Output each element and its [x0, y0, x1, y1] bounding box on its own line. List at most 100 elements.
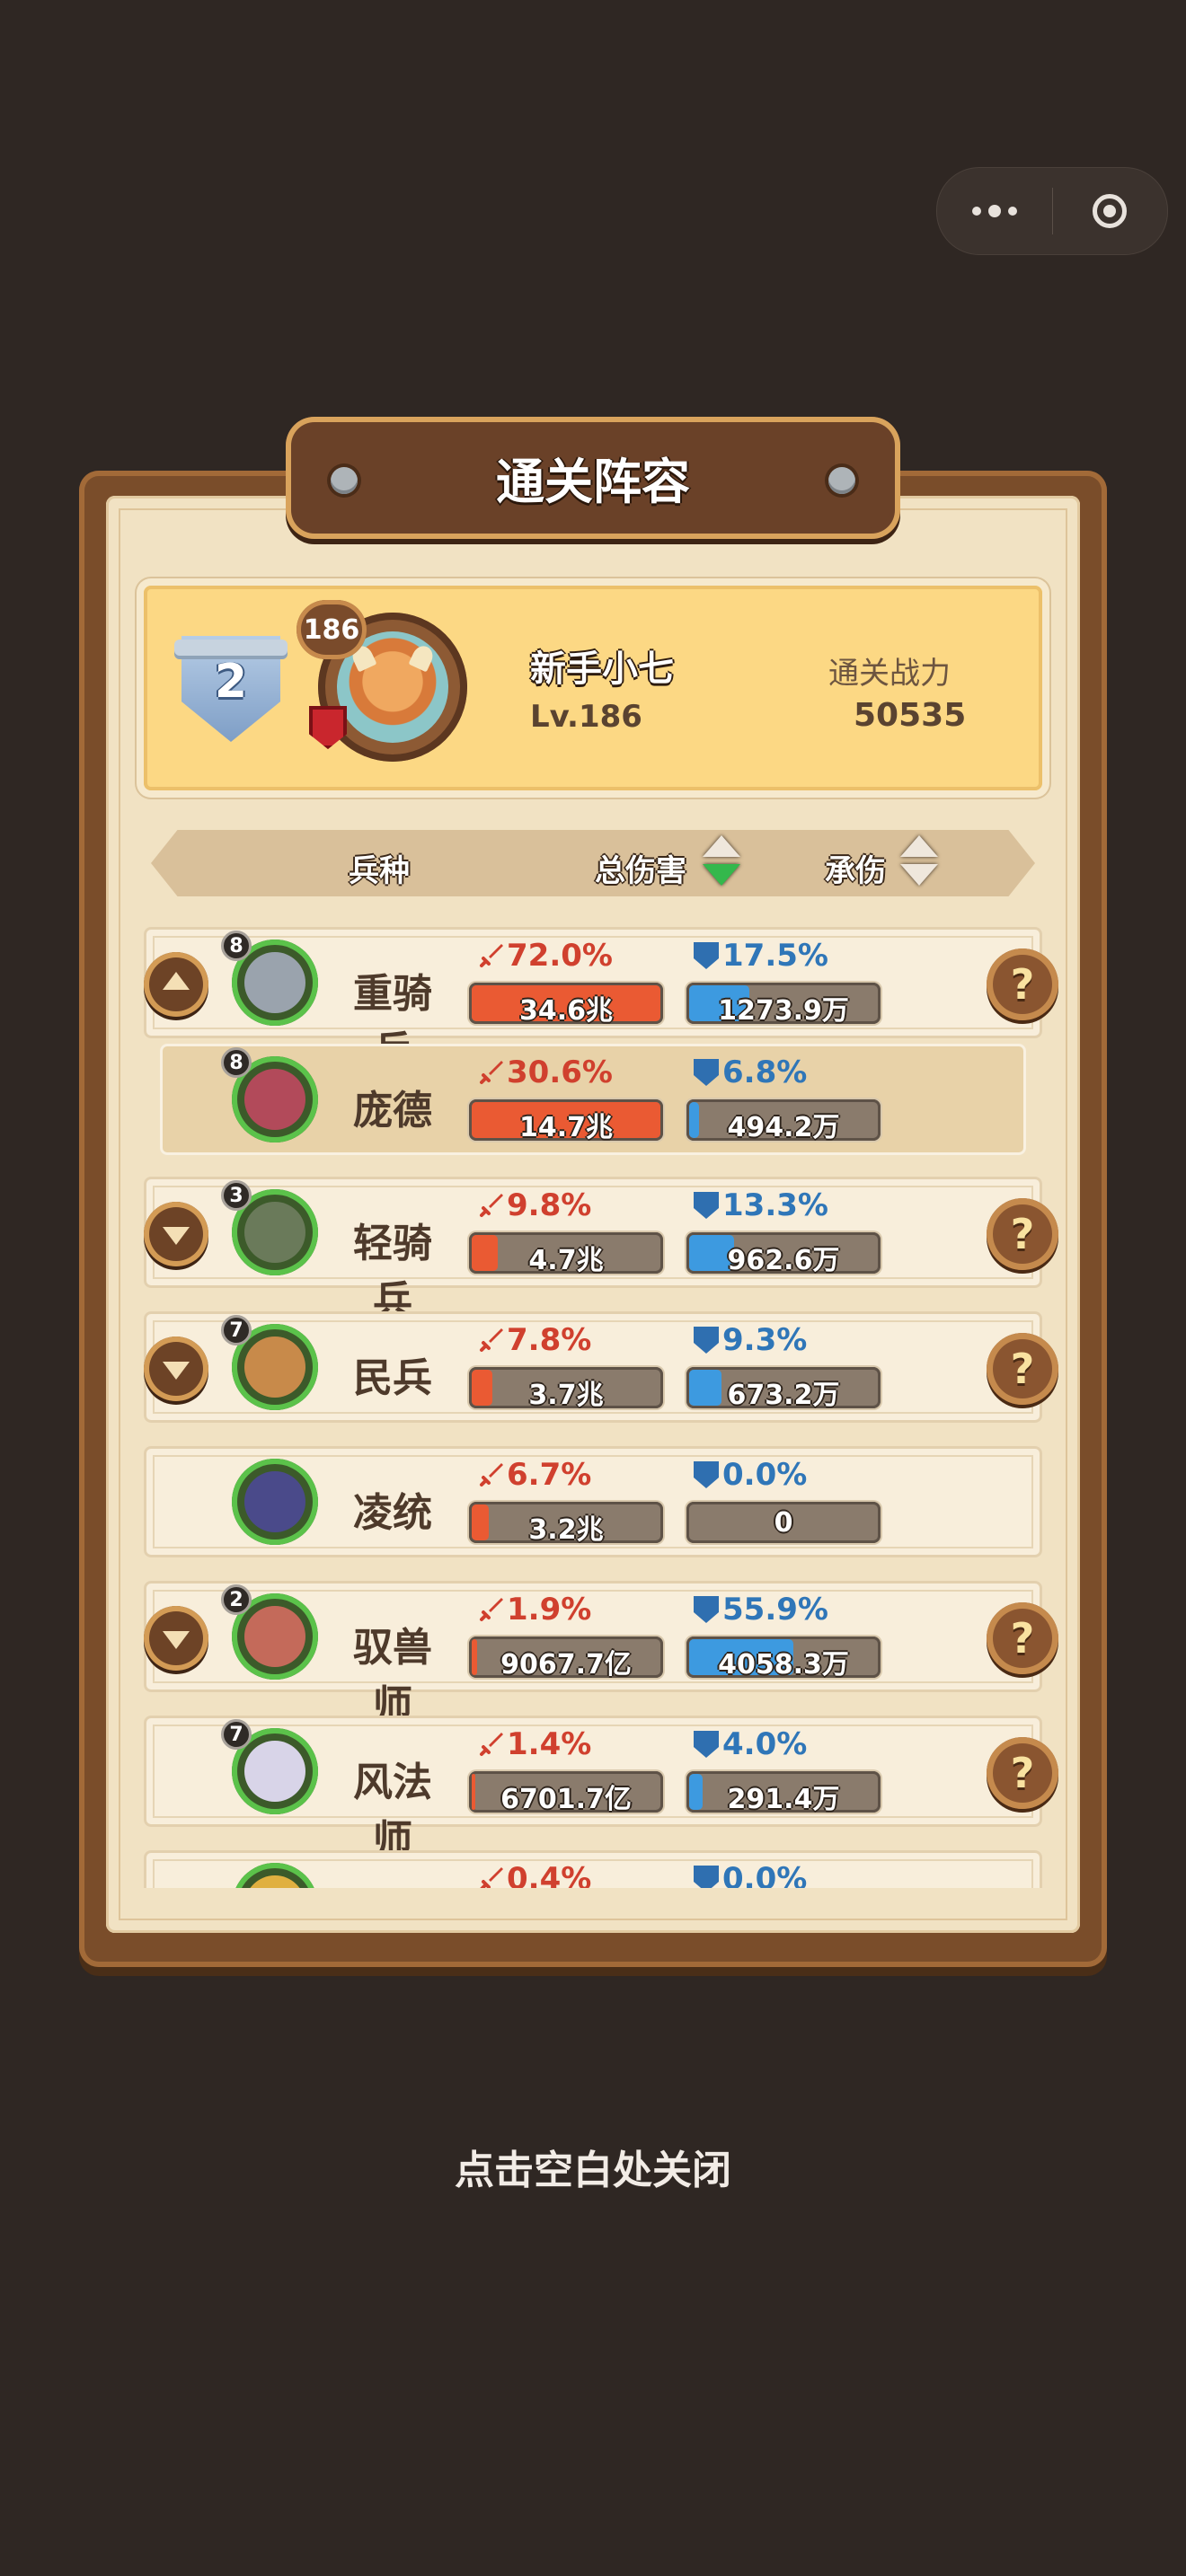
player-level: Lv.186 [530, 699, 642, 735]
chevron-down-icon [163, 1227, 190, 1245]
damage-bar: 3.7兆 [469, 1367, 663, 1408]
unit-row[interactable]: 7 民兵 7.8% 9.3% 3.7兆 673.2万? [144, 1311, 1058, 1423]
damage-value: 6701.7亿 [500, 1784, 632, 1813]
damage-percent: 0.4% [478, 1861, 591, 1888]
star-level-badge: 2 [221, 1584, 252, 1615]
shield-icon [694, 1596, 719, 1623]
sword-icon [480, 1733, 503, 1756]
damage-value: 14.7兆 [518, 1112, 614, 1141]
damage-percent: 6.7% [478, 1457, 591, 1493]
tank-column-header[interactable]: 承伤 [825, 846, 886, 890]
tank-percent: 0.0% [694, 1861, 807, 1888]
tank-bar: 4058.3万 [686, 1636, 881, 1678]
tank-percent-value: 6.8% [722, 1054, 808, 1090]
damage-percent-value: 6.7% [507, 1457, 592, 1493]
chevron-down-icon [163, 1362, 190, 1380]
unit-portrait[interactable] [232, 1459, 318, 1545]
tank-percent: 0.0% [694, 1457, 807, 1493]
sword-icon [480, 1194, 503, 1217]
more-dots-icon [971, 205, 1017, 217]
panel-title: 通关阵容 [496, 454, 690, 510]
sub-unit-row[interactable]: 8 庞德 30.6% 6.8% 14.7兆 494.2万 [144, 1044, 1042, 1155]
tank-bar: 1273.9万 [686, 983, 881, 1024]
expand-button[interactable] [144, 1606, 208, 1671]
red-shield-badge-icon [309, 706, 347, 749]
help-button[interactable]: ? [987, 948, 1058, 1020]
unit-portrait-icon [244, 952, 305, 1013]
tank-value: 962.6万 [727, 1245, 840, 1274]
chevron-up-icon [163, 972, 190, 990]
power-label: 通关战力 [828, 656, 951, 692]
unit-name: 凌统 [353, 1490, 432, 1536]
sword-icon [480, 944, 503, 967]
tank-percent-value: 0.0% [722, 1457, 808, 1493]
unit-name: 轻骑兵 [353, 1221, 432, 1324]
unit-row[interactable]: 凌统 6.7% 0.0% 3.2兆 0 [144, 1446, 1042, 1557]
damage-bar: 14.7兆 [469, 1099, 663, 1141]
unit-portrait-icon [244, 1471, 305, 1532]
tank-bar: 494.2万 [686, 1099, 881, 1141]
star-level-badge: 8 [221, 931, 252, 961]
damage-percent-value: 30.6% [507, 1054, 613, 1090]
damage-column-header[interactable]: 总伤害 [595, 846, 686, 890]
tank-value: 0 [774, 1507, 793, 1539]
close-mini-program-button[interactable] [1053, 168, 1168, 254]
tank-sort-icon[interactable] [895, 834, 943, 891]
unit-name: 风法师 [353, 1760, 432, 1863]
help-button[interactable]: ? [987, 1198, 1058, 1270]
damage-sort-icon[interactable] [697, 834, 746, 891]
star-level-badge: 3 [221, 1180, 252, 1211]
damage-percent: 30.6% [478, 1054, 613, 1090]
tank-bar: 962.6万 [686, 1232, 881, 1274]
damage-value: 9067.7亿 [500, 1649, 632, 1678]
tank-percent-value: 17.5% [722, 938, 828, 974]
unit-portrait-icon [244, 1202, 305, 1263]
sword-icon [480, 1463, 503, 1486]
unit-list[interactable]: 8重骑兵72.0%17.5%34.6兆1273.9万?8庞德30.6%6.8%1… [106, 913, 1080, 1888]
unit-row[interactable]: 3 轻骑兵 9.8% 13.3% 4.7兆 962.6万? [144, 1177, 1058, 1324]
tank-value: 494.2万 [727, 1112, 840, 1141]
player-name: 新手小七 [530, 648, 674, 690]
damage-bar: 9067.7亿 [469, 1636, 663, 1678]
damage-percent-value: 1.9% [507, 1592, 592, 1628]
shield-icon [694, 1866, 719, 1888]
tank-value: 4058.3万 [718, 1649, 849, 1678]
tank-percent: 13.3% [694, 1187, 828, 1223]
tank-value: 291.4万 [727, 1784, 840, 1813]
tank-value: 673.2万 [727, 1380, 840, 1408]
chevron-down-icon [163, 1631, 190, 1649]
unit-column-header: 兵种 [349, 853, 410, 889]
more-button[interactable] [937, 168, 1052, 254]
damage-percent: 1.4% [478, 1726, 591, 1762]
mini-program-capsule [936, 167, 1168, 255]
help-button[interactable]: ? [987, 1737, 1058, 1809]
unit-row[interactable]: 0.4% 0.0% [144, 1850, 1042, 1888]
star-level-badge: 7 [221, 1315, 252, 1345]
star-level-badge: 7 [221, 1719, 252, 1750]
sword-icon [480, 1867, 503, 1888]
tank-percent-value: 9.3% [722, 1322, 808, 1358]
collapse-button[interactable] [144, 952, 208, 1017]
avatar-level-badge: 186 [296, 600, 367, 659]
tank-value: 1273.9万 [718, 995, 849, 1024]
tank-percent-value: 13.3% [722, 1187, 828, 1223]
unit-name: 民兵 [353, 1355, 432, 1401]
unit-row[interactable]: 8重骑兵72.0%17.5%34.6兆1273.9万? [144, 927, 1058, 1074]
unit-name: 驭兽师 [353, 1625, 432, 1728]
star-level-badge: 8 [221, 1047, 252, 1078]
unit-row[interactable]: 7 风法师 1.4% 4.0% 6701.7亿 291.4万? [144, 1716, 1058, 1863]
damage-percent-value: 0.4% [507, 1861, 592, 1888]
unit-name: 庞德 [353, 1088, 432, 1134]
close-hint[interactable]: 点击空白处关闭 [0, 2138, 1186, 2195]
sword-icon [480, 1061, 503, 1084]
help-button[interactable]: ? [987, 1333, 1058, 1405]
tank-percent: 6.8% [694, 1054, 807, 1090]
help-button[interactable]: ? [987, 1602, 1058, 1674]
shield-icon [694, 942, 719, 969]
expand-button[interactable] [144, 1337, 208, 1401]
unit-row[interactable]: 2 驭兽师 1.9% 55.9% 9067.7亿 4058.3万? [144, 1581, 1058, 1728]
unit-portrait-icon [244, 1337, 305, 1398]
expand-button[interactable] [144, 1202, 208, 1266]
tank-percent-value: 4.0% [722, 1726, 808, 1762]
damage-percent-value: 72.0% [507, 938, 613, 974]
